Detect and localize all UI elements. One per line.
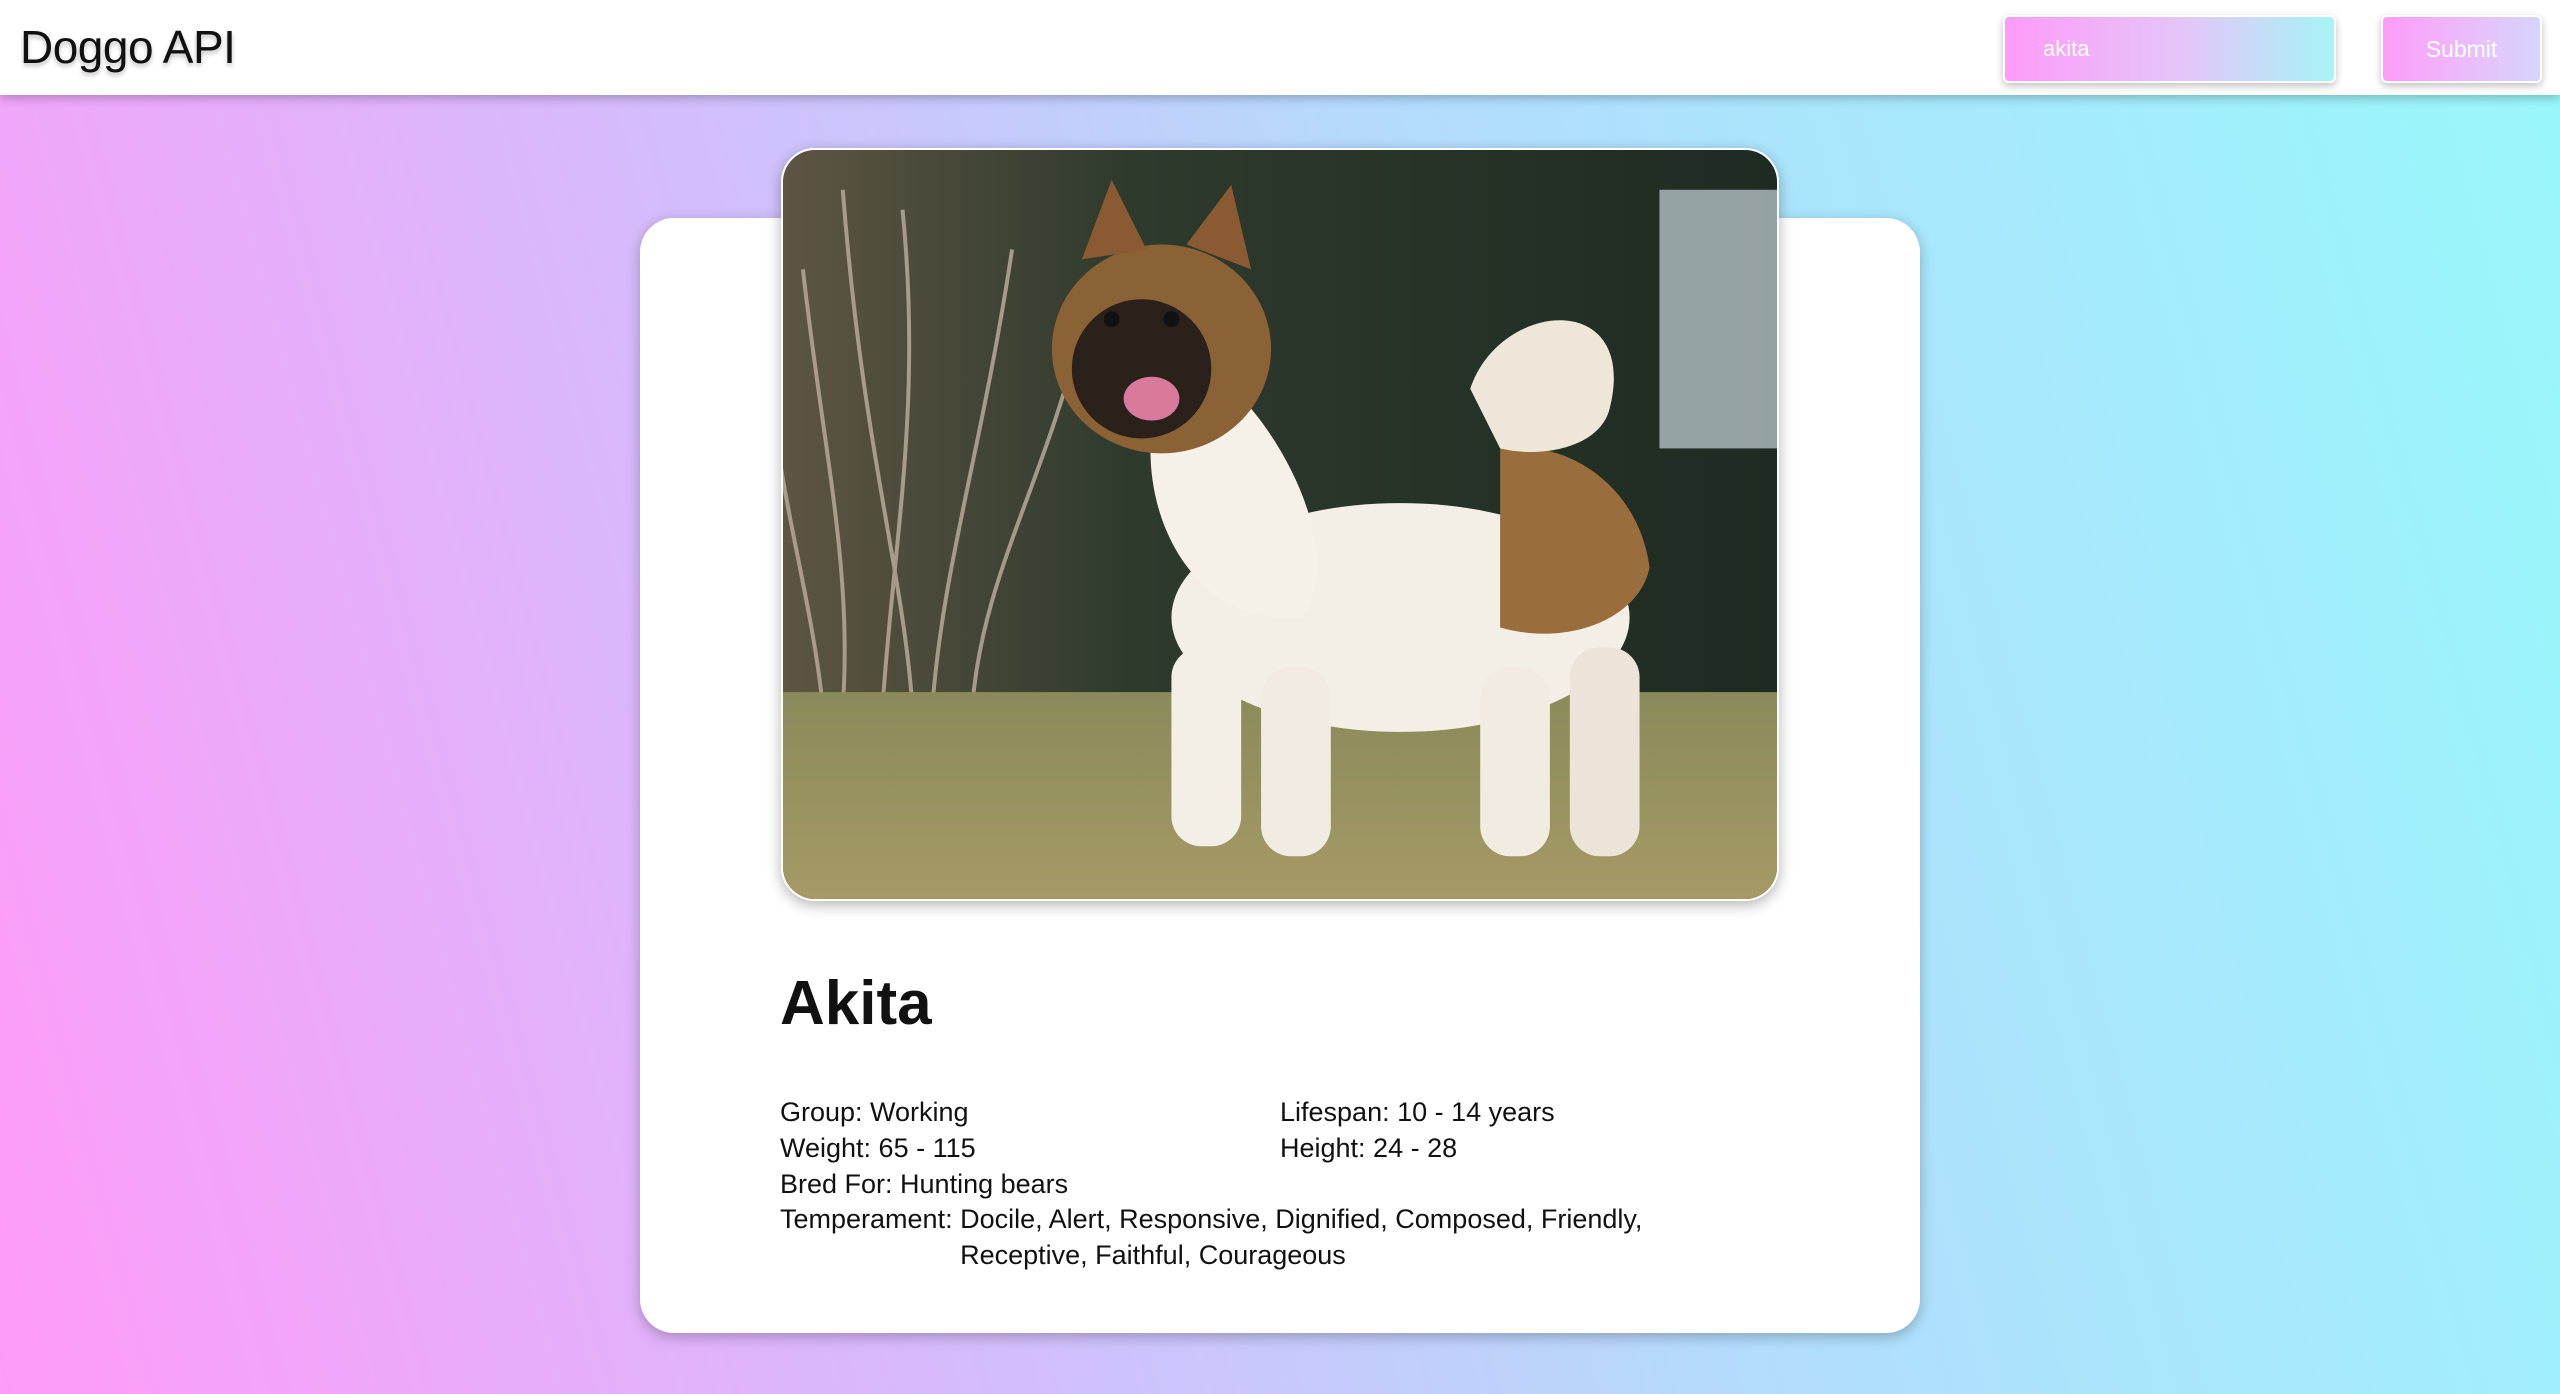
submit-button[interactable]: Submit — [2381, 15, 2542, 83]
breed-search-input[interactable] — [2003, 15, 2336, 83]
breed-name: Akita — [780, 969, 932, 1038]
breed-bred-for: Bred For: Hunting bears — [780, 1169, 1069, 1199]
top-navbar: Doggo API Submit — [0, 0, 2560, 95]
breed-temperament: Temperament: Docile, Alert, Responsive, … — [780, 1201, 1750, 1273]
temperament-value: Docile, Alert, Responsive, Dignified, Co… — [960, 1204, 1643, 1270]
breed-height: Height: 24 - 28 — [1280, 1133, 1458, 1163]
breed-group: Group: Working — [780, 1097, 969, 1127]
breed-weight: Weight: 65 - 115 — [780, 1133, 976, 1163]
temperament-label: Temperament: — [780, 1204, 953, 1234]
breed-lifespan: Lifespan: 10 - 14 years — [1280, 1097, 1555, 1127]
dog-photo — [781, 148, 1779, 901]
app-title: Doggo API — [20, 21, 236, 73]
